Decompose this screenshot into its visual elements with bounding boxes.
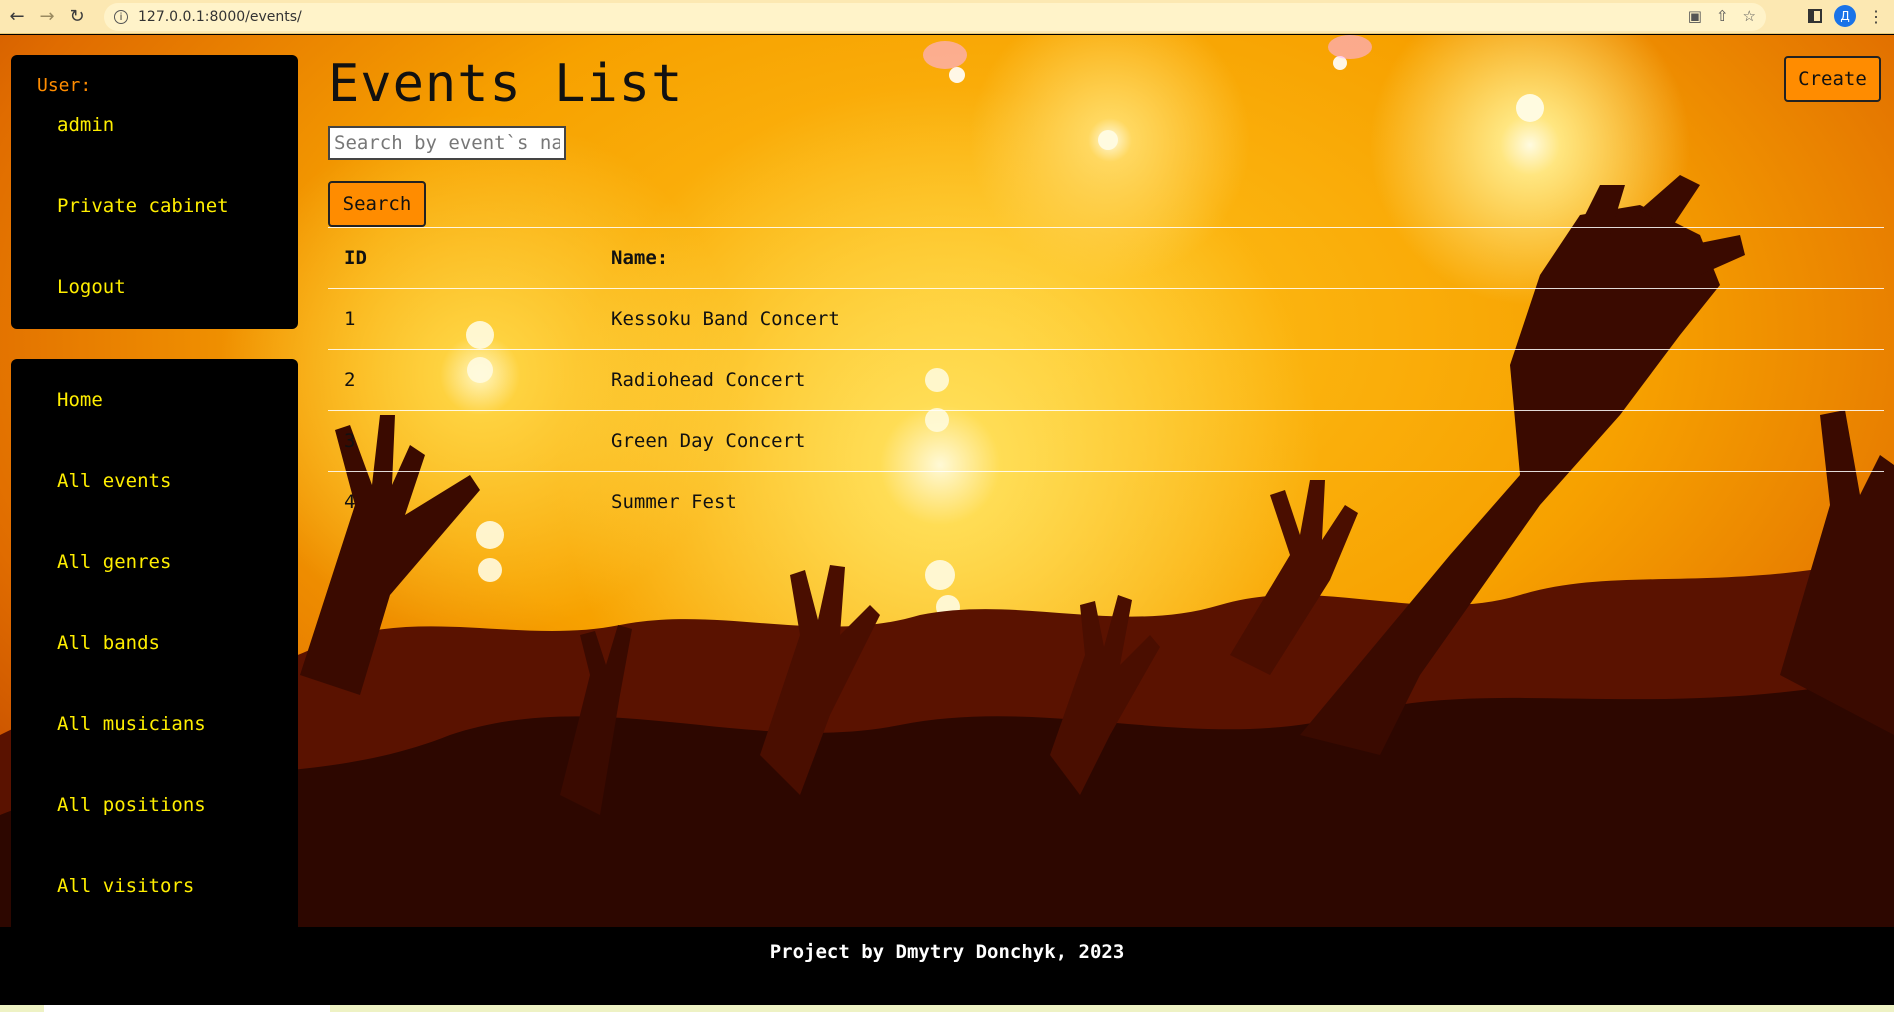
event-id: 3 — [328, 410, 611, 472]
event-id: 2 — [328, 349, 611, 411]
site-info-icon[interactable]: i — [114, 10, 128, 24]
side-panel-icon[interactable] — [1808, 9, 1822, 23]
user-panel: User: admin Private cabinet Logout — [11, 55, 298, 329]
page-footer: Project by Dmytry Donchyk, 2023 — [0, 927, 1894, 1005]
menu-kebab-icon[interactable]: ⋮ — [1868, 7, 1884, 26]
sidebar-item-all-bands[interactable]: All bands — [57, 632, 160, 654]
event-name[interactable]: Green Day Concert — [611, 410, 1884, 472]
bookmark-star-icon[interactable]: ☆ — [1743, 7, 1756, 25]
footer-credit: Project by Dmytry Donchyk, 2023 — [769, 941, 1125, 963]
address-url: 127.0.0.1:8000/events/ — [138, 9, 302, 25]
share-icon[interactable]: ⇧ — [1716, 7, 1729, 25]
sidebar-item-all-visitors[interactable]: All visitors — [57, 875, 194, 897]
search-input[interactable] — [328, 126, 566, 160]
column-header-name: Name: — [611, 227, 1884, 289]
column-header-id: ID — [328, 227, 611, 289]
taskbar-tab — [44, 1005, 330, 1012]
user-label: User: — [37, 75, 92, 96]
logout-link[interactable]: Logout — [57, 276, 126, 298]
event-id: 4 — [328, 471, 611, 532]
event-name[interactable]: Radiohead Concert — [611, 349, 1884, 411]
table-row[interactable]: 3 Green Day Concert — [328, 410, 1884, 472]
sidebar-item-all-positions[interactable]: All positions — [57, 794, 206, 816]
back-arrow-icon[interactable]: ← — [4, 4, 30, 30]
events-table: ID Name: 1 Kessoku Band Concert 2 Radioh… — [328, 227, 1884, 532]
sidebar-item-all-musicians[interactable]: All musicians — [57, 713, 206, 735]
profile-avatar[interactable]: Д — [1834, 5, 1856, 27]
sidebar-item-all-genres[interactable]: All genres — [57, 551, 171, 573]
create-button[interactable]: Create — [1784, 56, 1881, 102]
reload-icon[interactable]: ↻ — [64, 4, 90, 30]
browser-toolbar: ← → ↻ i 127.0.0.1:8000/events/ ▣ ⇧ ☆ Д ⋮ — [0, 0, 1894, 34]
event-name[interactable]: Summer Fest — [611, 471, 1884, 532]
translate-icon[interactable]: ▣ — [1688, 7, 1702, 25]
table-row[interactable]: 1 Kessoku Band Concert — [328, 288, 1884, 350]
forward-arrow-icon[interactable]: → — [34, 4, 60, 30]
username-link[interactable]: admin — [57, 114, 114, 136]
address-bar[interactable]: i 127.0.0.1:8000/events/ ▣ ⇧ ☆ — [104, 3, 1766, 31]
taskbar-strip — [0, 1005, 1894, 1012]
sidebar-nav: Home All events All genres All bands All… — [11, 359, 298, 927]
sidebar-item-all-events[interactable]: All events — [57, 470, 171, 492]
table-row[interactable]: 2 Radiohead Concert — [328, 349, 1884, 411]
table-row[interactable]: 4 Summer Fest — [328, 471, 1884, 532]
table-header-row: ID Name: — [328, 227, 1884, 289]
event-name[interactable]: Kessoku Band Concert — [611, 288, 1884, 350]
event-id: 1 — [328, 288, 611, 350]
sidebar-item-home[interactable]: Home — [57, 389, 103, 411]
private-cabinet-link[interactable]: Private cabinet — [57, 195, 229, 217]
page-title: Events List — [328, 54, 684, 114]
search-button[interactable]: Search — [328, 181, 426, 227]
